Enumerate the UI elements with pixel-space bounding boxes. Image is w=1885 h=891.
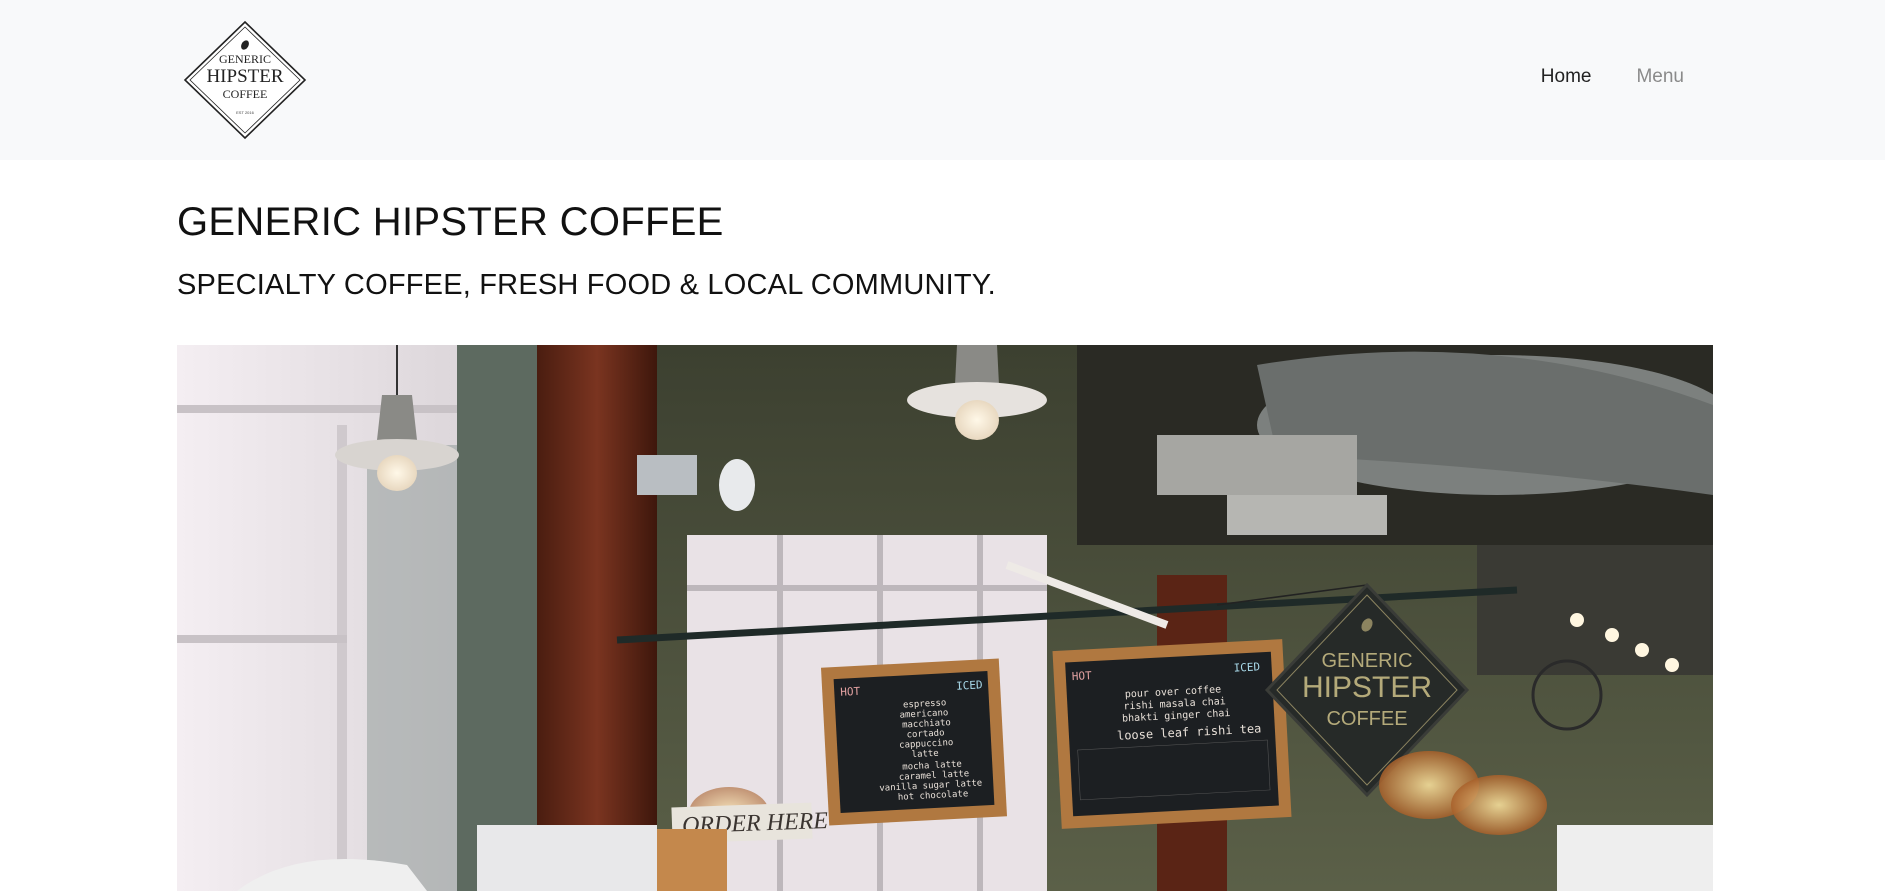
page-subtitle: SPECIALTY COFFEE, FRESH FOOD & LOCAL COM…: [177, 269, 996, 301]
nav-menu-link[interactable]: Menu: [1636, 66, 1684, 88]
chalkboard-2: HOT ICED pour over coffee rishi masala c…: [1052, 639, 1292, 829]
logo-line3: COFFEE: [223, 87, 268, 101]
logo-line2: HIPSTER: [206, 66, 283, 87]
sign-line2: HIPSTER: [1302, 671, 1432, 704]
page-title: GENERIC HIPSTER COFFEE: [177, 200, 724, 244]
logo-diamond-icon: GENERIC HIPSTER COFFEE EST 2016: [183, 20, 307, 140]
brand-logo[interactable]: GENERIC HIPSTER COFFEE EST 2016: [183, 20, 307, 140]
sign-line3: COFFEE: [1326, 708, 1407, 730]
nav-home-link[interactable]: Home: [1541, 66, 1592, 88]
logo-line1: GENERIC: [219, 52, 271, 66]
board1-item-5: latte: [911, 749, 939, 760]
cafe-photo: HOT ICED espresso americano macchiato co…: [177, 345, 1713, 891]
nav-links: Home Menu: [1541, 66, 1684, 88]
sign-line1: GENERIC: [1321, 650, 1412, 672]
board2-iced: ICED: [1233, 660, 1260, 674]
board2-hot: HOT: [1072, 669, 1093, 683]
logo-line4: EST 2016: [236, 110, 254, 115]
board1-iced: ICED: [956, 678, 983, 692]
chalkboard-1: HOT ICED espresso americano macchiato co…: [820, 658, 1008, 826]
board1-hot: HOT: [840, 685, 861, 699]
navbar: GENERIC HIPSTER COFFEE EST 2016 Home Men…: [0, 0, 1885, 160]
